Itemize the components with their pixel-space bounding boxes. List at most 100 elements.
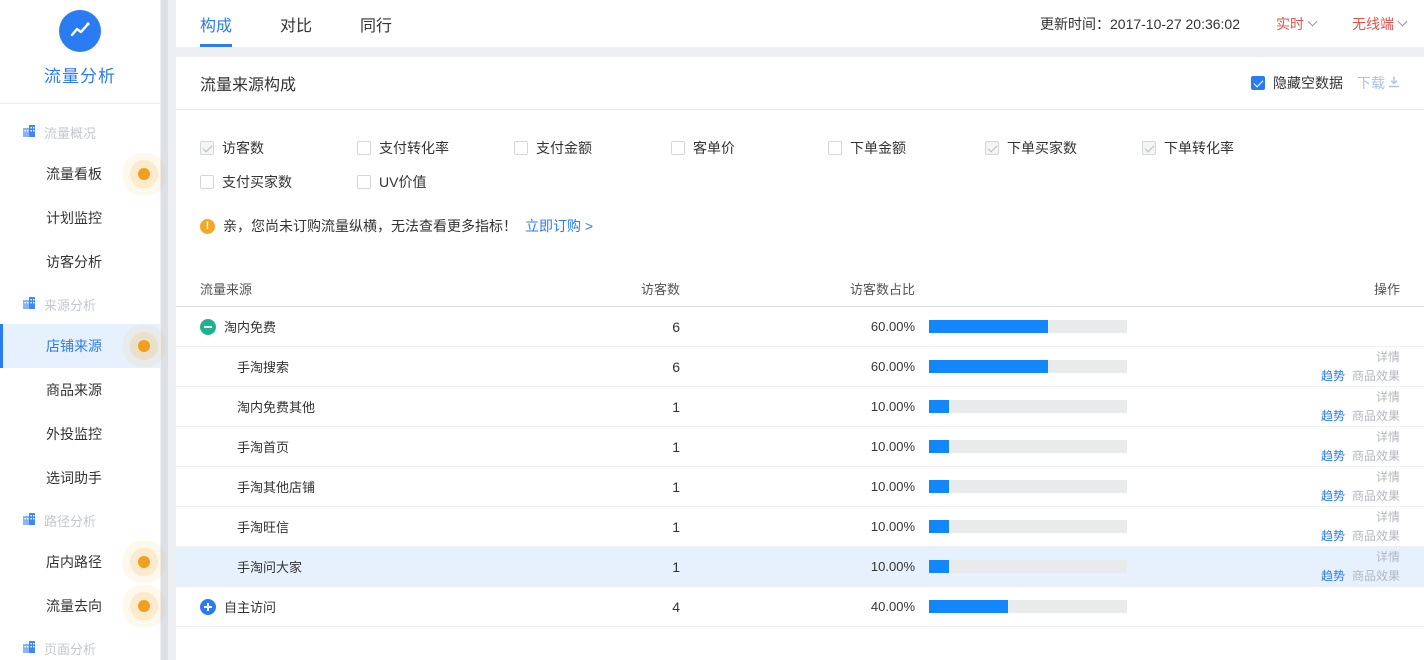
metric-checkbox[interactable]: 支付金额	[514, 138, 671, 158]
subscribe-notice: 亲，您尚未订购流量纵横，无法查看更多指标！ 立即订购 >	[200, 216, 1400, 236]
product-effect-link[interactable]: 商品效果	[1352, 569, 1400, 583]
actions-cell: 详情 趋势商品效果	[1127, 467, 1400, 507]
ratio-value: 10.00%	[680, 519, 915, 534]
sidebar-section-header: 页面分析	[0, 628, 160, 660]
ratio-bar-track	[929, 320, 1127, 333]
collapse-minus-icon[interactable]	[200, 319, 216, 335]
trend-link[interactable]: 趋势	[1321, 529, 1345, 543]
table-row: 淘内免费其他 1 10.00% 详情 趋势商品效果	[176, 387, 1424, 427]
source-name-cell: 手淘搜索	[200, 357, 620, 376]
product-effect-link[interactable]: 商品效果	[1352, 489, 1400, 503]
metric-label: 支付买家数	[222, 172, 292, 192]
sidebar-item[interactable]: 访客分析	[0, 240, 160, 284]
sidebar-nav: 流量概况 流量看板 计划监控 访客分析	[0, 104, 160, 660]
visitors-value: 4	[620, 599, 680, 615]
table-row: 自主访问 4 40.00%	[176, 587, 1424, 627]
ratio-cell: 10.00%	[680, 399, 1127, 414]
product-effect-link[interactable]: 商品效果	[1352, 369, 1400, 383]
checkbox-icon[interactable]	[200, 175, 214, 189]
detail-link[interactable]: 详情	[1376, 510, 1400, 524]
source-name-cell: 手淘首页	[200, 437, 620, 456]
ratio-cell: 60.00%	[680, 359, 1127, 374]
sidebar-item-label: 外投监控	[46, 424, 102, 444]
sidebar-item[interactable]: 店内路径	[0, 540, 160, 584]
checkbox-icon[interactable]	[200, 141, 214, 155]
ratio-bar-fill	[929, 360, 1048, 373]
ratio-bar-fill	[929, 560, 949, 573]
checkbox-icon[interactable]	[357, 175, 371, 189]
trend-link[interactable]: 趋势	[1321, 369, 1345, 383]
metric-checkbox[interactable]: 下单转化率	[1142, 138, 1299, 158]
metric-checkbox[interactable]: UV价值	[357, 172, 514, 192]
tab[interactable]: 对比	[280, 0, 312, 47]
detail-link[interactable]: 详情	[1376, 470, 1400, 484]
ratio-value: 60.00%	[680, 319, 915, 334]
trend-link[interactable]: 趋势	[1321, 489, 1345, 503]
sidebar-section-label: 页面分析	[44, 639, 96, 658]
tab-label: 对比	[280, 12, 312, 36]
ratio-cell: 10.00%	[680, 439, 1127, 454]
sidebar-item[interactable]: 选词助手	[0, 456, 160, 500]
metric-checkbox[interactable]: 客单价	[671, 138, 828, 158]
column-ops: 操作	[1127, 279, 1400, 298]
realtime-dropdown[interactable]: 实时	[1276, 14, 1316, 34]
sidebar-scrollbar[interactable]	[161, 0, 168, 660]
sidebar-item[interactable]: 流量看板	[0, 152, 160, 196]
ratio-value: 60.00%	[680, 359, 915, 374]
sidebar-item[interactable]: 流量去向	[0, 584, 160, 628]
visitors-value: 1	[620, 519, 680, 535]
metric-checkbox[interactable]: 支付买家数	[200, 172, 357, 192]
table-row: 淘内免费 6 60.00%	[176, 307, 1424, 347]
terminal-dropdown[interactable]: 无线端	[1352, 14, 1406, 34]
sidebar-item[interactable]: 计划监控	[0, 196, 160, 240]
detail-link[interactable]: 详情	[1376, 430, 1400, 444]
metric-checkbox[interactable]: 支付转化率	[357, 138, 514, 158]
sidebar-item[interactable]: 店铺来源	[0, 324, 160, 368]
detail-link[interactable]: 详情	[1376, 550, 1400, 564]
ratio-bar-fill	[929, 520, 949, 533]
source-name: 自主访问	[224, 597, 276, 616]
metric-selector: 访客数 支付转化率 支付金额 客单价 下单金额	[176, 110, 1424, 192]
checkbox-icon[interactable]	[671, 141, 685, 155]
table-row: 手淘问大家 1 10.00% 详情 趋势商品效果	[176, 547, 1424, 587]
metric-checkbox[interactable]: 下单买家数	[985, 138, 1142, 158]
checkbox-checked-icon[interactable]	[1251, 76, 1265, 90]
notification-dot-icon	[138, 556, 150, 568]
checkbox-icon[interactable]	[514, 141, 528, 155]
trend-link[interactable]: 趋势	[1321, 569, 1345, 583]
actions-cell: 详情 趋势商品效果	[1127, 347, 1400, 387]
sidebar: 流量分析 流量概况	[0, 0, 160, 660]
sidebar-item-label: 流量看板	[46, 164, 102, 184]
product-effect-link[interactable]: 商品效果	[1352, 529, 1400, 543]
detail-link[interactable]: 详情	[1376, 350, 1400, 364]
checkbox-icon[interactable]	[828, 141, 842, 155]
detail-link[interactable]: 详情	[1376, 390, 1400, 404]
download-button[interactable]: 下载	[1357, 73, 1400, 93]
building-icon	[22, 512, 36, 529]
sidebar-section-header: 来源分析	[0, 284, 160, 324]
expand-plus-icon[interactable]	[200, 599, 216, 615]
tab[interactable]: 同行	[360, 0, 392, 47]
tab[interactable]: 构成	[200, 0, 232, 47]
trend-link[interactable]: 趋势	[1321, 409, 1345, 423]
building-icon	[22, 640, 36, 657]
metric-checkbox[interactable]: 下单金额	[828, 138, 985, 158]
metric-checkbox[interactable]: 访客数	[200, 138, 357, 158]
checkbox-icon[interactable]	[1142, 141, 1156, 155]
product-effect-link[interactable]: 商品效果	[1352, 449, 1400, 463]
main-area: 构成 对比 同行 更新时间：2017-10-27 20:36:02 实时 无线端…	[176, 0, 1424, 660]
trend-link[interactable]: 趋势	[1321, 449, 1345, 463]
hide-empty-checkbox[interactable]: 隐藏空数据	[1251, 73, 1343, 93]
sidebar-gutter	[160, 0, 176, 660]
subscribe-link[interactable]: 立即订购 >	[525, 216, 593, 236]
app-title: 流量分析	[0, 52, 160, 103]
ratio-cell: 40.00%	[680, 599, 1127, 614]
visitors-value: 1	[620, 479, 680, 495]
product-effect-link[interactable]: 商品效果	[1352, 409, 1400, 423]
checkbox-icon[interactable]	[985, 141, 999, 155]
ratio-value: 10.00%	[680, 479, 915, 494]
checkbox-icon[interactable]	[357, 141, 371, 155]
sidebar-item[interactable]: 商品来源	[0, 368, 160, 412]
sidebar-item[interactable]: 外投监控	[0, 412, 160, 456]
tab-bar: 构成 对比 同行 更新时间：2017-10-27 20:36:02 实时 无线端	[176, 0, 1424, 47]
